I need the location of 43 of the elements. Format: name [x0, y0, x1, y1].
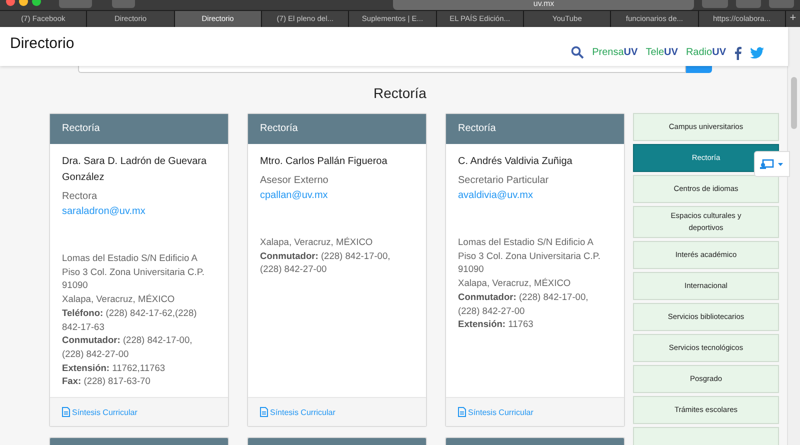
- facebook-icon[interactable]: [734, 46, 742, 60]
- document-icon: [458, 407, 466, 417]
- person-name: Dra. Sara D. Ladrón de Guevara González: [62, 155, 208, 185]
- contact-detail: Teléfono: (228) 842-17-62,(228) 842-17-63: [62, 306, 198, 334]
- brand-link[interactable]: PrensaUV: [592, 47, 638, 58]
- brand-link[interactable]: TeleUV: [646, 47, 678, 58]
- contact-dropdown-icon: [760, 159, 784, 169]
- floating-button[interactable]: [754, 151, 790, 177]
- card-header: Rectoría: [446, 114, 624, 144]
- contact-detail: Xalapa, Veracruz, MÉXICO: [458, 277, 572, 290]
- contact-detail: Fax: (228) 817-63-70: [62, 375, 152, 388]
- search-field[interactable]: [78, 66, 686, 73]
- job-title: Rectora: [62, 190, 98, 204]
- twitter-icon[interactable]: [750, 46, 764, 58]
- contact-detail: Xalapa, Veracruz, MÉXICO: [260, 236, 374, 249]
- person-name: Mtro. Carlos Pallán Figueroa: [260, 155, 388, 169]
- new-tab-button[interactable]: +: [786, 11, 800, 27]
- contact-detail: Conmutador: (228) 842-17-00, (228) 842-27-00: [260, 250, 392, 276]
- contact-detail: Lomas del Estadio S/N Edificio A Piso 3 Col. Zona Universitaria C.P. 91090: [62, 252, 206, 292]
- search-button[interactable]: [686, 66, 712, 73]
- back-forward-button[interactable]: [59, 0, 92, 8]
- contact-detail: Conmutador: (228) 842-17-00, (228) 842-27-00: [62, 334, 194, 361]
- document-icon: [260, 407, 268, 417]
- card-header: Rectoría: [50, 114, 228, 144]
- contact-detail: Lomas del Estadio S/N Edificio A Piso 3 Col. Zona Universitaria C.P. 91090: [458, 236, 602, 276]
- contact-detail: Conmutador: (228) 842-17-00, (228) 842-27-00: [458, 290, 590, 318]
- person-name: C. Andrés Valdivia Zuñiga: [458, 155, 574, 169]
- contact-detail: Extensión: 11763: [458, 318, 534, 332]
- category-item[interactable]: [633, 427, 779, 445]
- toolbar-button[interactable]: [702, 0, 728, 8]
- address-bar[interactable]: uv.mx: [393, 0, 694, 10]
- contact-detail: Xalapa, Veracruz, MÉXICO: [62, 293, 176, 306]
- scrollbar[interactable]: [787, 27, 800, 445]
- search-icon[interactable]: [571, 46, 584, 59]
- sidebar-button[interactable]: [112, 0, 136, 8]
- job-title: Secretario Particular: [458, 174, 550, 188]
- contact-detail: Extensión: 11762,11763: [62, 362, 166, 375]
- brand-link[interactable]: RadioUV: [686, 47, 726, 58]
- document-icon: [62, 407, 70, 417]
- section-heading: Rectoría: [374, 85, 426, 101]
- job-title: Asesor Externo: [260, 174, 330, 188]
- site-title: Directorio: [10, 35, 74, 52]
- card-header: Rectoría: [248, 114, 426, 144]
